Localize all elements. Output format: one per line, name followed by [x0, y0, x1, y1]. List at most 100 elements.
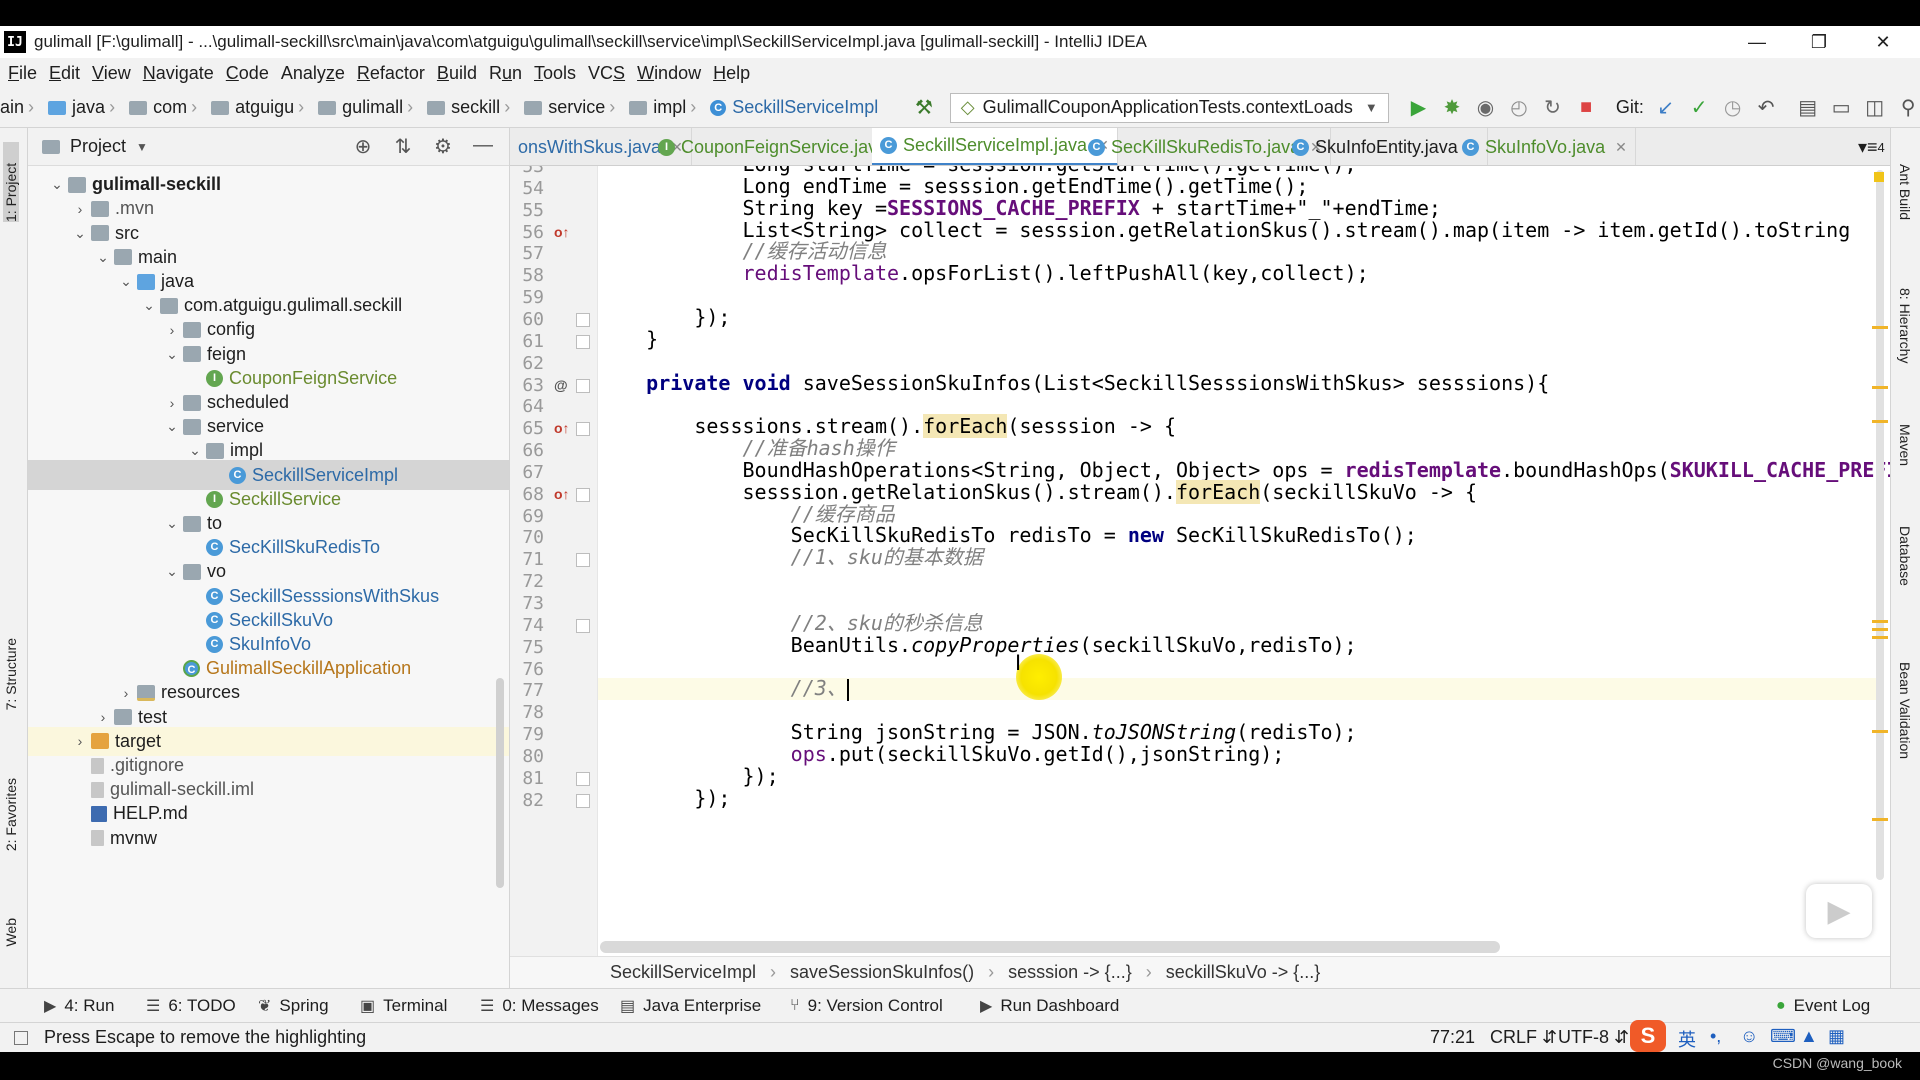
- tool-maven[interactable]: Maven: [1897, 424, 1913, 466]
- line-number[interactable]: 66: [510, 440, 544, 461]
- line-separator[interactable]: CRLF ⇵: [1490, 1027, 1557, 1048]
- line-number[interactable]: 67: [510, 462, 544, 483]
- tool-window-version-control[interactable]: ⑂ 9: Version Control: [790, 996, 943, 1016]
- code-line[interactable]: List<String> collect = sesssion.getRelat…: [598, 219, 1878, 242]
- line-number[interactable]: 80: [510, 746, 544, 767]
- code-line[interactable]: [598, 351, 1878, 373]
- locate-icon[interactable]: ⊕: [343, 134, 383, 159]
- chevron-right-icon[interactable]: ›: [92, 709, 114, 725]
- error-stripe-mark[interactable]: [1872, 420, 1888, 423]
- line-number[interactable]: 55: [510, 200, 544, 221]
- fold-icon[interactable]: [576, 422, 590, 437]
- line-number[interactable]: 75: [510, 637, 544, 658]
- line-number[interactable]: 71: [510, 549, 544, 570]
- line-number[interactable]: 53: [510, 166, 544, 177]
- tool-hierarchy[interactable]: 8: Hierarchy: [1897, 288, 1913, 363]
- line-number[interactable]: 68: [510, 484, 544, 505]
- menu-view[interactable]: View: [92, 58, 131, 88]
- menu-run[interactable]: Run: [489, 58, 522, 88]
- code-line[interactable]: Long endTime = sesssion.getEndTime().get…: [598, 175, 1878, 198]
- menu-code[interactable]: Code: [226, 58, 269, 88]
- menu-build[interactable]: Build: [437, 58, 477, 88]
- nav-crumb-service[interactable]: service ›: [524, 97, 619, 118]
- code-line[interactable]: //缓存商品: [598, 503, 1878, 526]
- close-tab-icon[interactable]: ✕: [1615, 139, 1627, 156]
- code-line[interactable]: }: [598, 328, 1878, 351]
- nav-crumb-gulimall[interactable]: gulimall ›: [318, 97, 417, 118]
- inspection-status-icon[interactable]: [1874, 172, 1884, 182]
- line-number[interactable]: 56: [510, 222, 544, 243]
- restore-icon[interactable]: ❐: [1796, 28, 1842, 56]
- tabs-overflow-button[interactable]: ▾≡ 4: [1850, 128, 1890, 165]
- code-line[interactable]: });: [598, 765, 1878, 788]
- attach-icon[interactable]: ↻: [1541, 95, 1565, 121]
- fold-icon[interactable]: [576, 378, 590, 393]
- vertical-scrollbar[interactable]: [1876, 170, 1884, 880]
- tool-structure[interactable]: 7: Structure: [3, 638, 19, 710]
- nav-crumb-seckill[interactable]: seckill ›: [427, 97, 514, 118]
- error-stripe-mark[interactable]: [1872, 326, 1888, 329]
- line-number[interactable]: 65: [510, 418, 544, 439]
- line-number[interactable]: 76: [510, 659, 544, 680]
- nav-crumb-impl[interactable]: impl ›: [629, 97, 700, 118]
- git-update-icon[interactable]: ↙: [1654, 95, 1678, 121]
- code-line[interactable]: });: [598, 306, 1878, 329]
- chevron-down-icon[interactable]: ⌄: [92, 249, 114, 266]
- caret-position[interactable]: 77:21: [1430, 1027, 1475, 1048]
- ime-language[interactable]: 英: [1678, 1026, 1696, 1052]
- code-editor[interactable]: 53 54 55 56 o↑ 57 58 59 60 61 62 63 @64 65 o↑ 66 67 68 o↑ 6…: [510, 166, 1890, 956]
- coverage-icon[interactable]: ◉: [1474, 95, 1498, 121]
- tool-window-terminal[interactable]: ▣ Terminal: [360, 996, 447, 1016]
- fold-icon[interactable]: [576, 334, 590, 349]
- tool-window-run-dashboard[interactable]: ▶ Run Dashboard: [980, 996, 1119, 1016]
- code-line[interactable]: [598, 700, 1878, 722]
- tree-item[interactable]: mvnw: [28, 823, 509, 853]
- code-line[interactable]: private void saveSessionSkuInfos(List<Se…: [598, 372, 1878, 395]
- ime-punct-icon[interactable]: •,: [1710, 1026, 1721, 1047]
- error-stripe-mark[interactable]: [1872, 620, 1888, 623]
- line-number[interactable]: 61: [510, 331, 544, 352]
- code-line[interactable]: [598, 657, 1878, 679]
- chevron-right-icon[interactable]: ›: [69, 733, 91, 749]
- run-configuration-select[interactable]: ◇ GulimallCouponApplicationTests.context…: [949, 92, 1389, 123]
- menu-edit[interactable]: Edit: [49, 58, 80, 88]
- editor-breadcrumb-item[interactable]: sesssion -> {...}: [1008, 962, 1132, 983]
- sogou-ime-icon[interactable]: S: [1630, 1020, 1666, 1052]
- menu-file[interactable]: File: [8, 58, 37, 88]
- code-line[interactable]: BeanUtils.copyProperties(seckillSkuVo,re…: [598, 634, 1878, 657]
- code-line[interactable]: String key =SESSIONS_CACHE_PREFIX + star…: [598, 197, 1878, 220]
- line-number[interactable]: 74: [510, 615, 544, 636]
- build-hammer-icon[interactable]: ⚒: [912, 95, 936, 121]
- code-line[interactable]: sesssion.getRelationSkus().stream().forE…: [598, 479, 1878, 504]
- ime-skin-icon[interactable]: ▲: [1800, 1026, 1818, 1047]
- line-number[interactable]: 54: [510, 178, 544, 199]
- tool-window-event-log[interactable]: ● Event Log: [1776, 996, 1870, 1016]
- close-icon[interactable]: ✕: [1860, 28, 1906, 56]
- chevron-down-icon[interactable]: ⌄: [184, 442, 206, 459]
- line-number[interactable]: 82: [510, 790, 544, 811]
- line-number[interactable]: 73: [510, 593, 544, 614]
- tool-ant-build[interactable]: Ant Build: [1897, 164, 1913, 220]
- implements-method-icon[interactable]: o↑: [554, 486, 570, 502]
- chevron-down-icon[interactable]: ⌄: [115, 273, 137, 290]
- code-line[interactable]: BoundHashOperations<String, Object, Obje…: [598, 459, 1890, 482]
- chevron-down-icon[interactable]: ⌄: [161, 418, 183, 435]
- collapse-all-icon[interactable]: ⇅: [383, 134, 423, 159]
- line-number[interactable]: 81: [510, 768, 544, 789]
- chevron-down-icon[interactable]: ⌄: [69, 225, 91, 242]
- error-stripe-mark[interactable]: [1872, 730, 1888, 733]
- code-line[interactable]: SecKillSkuRedisTo redisTo = new SecKillS…: [598, 525, 1878, 547]
- line-number[interactable]: 59: [510, 287, 544, 308]
- project-panel-title[interactable]: Project: [70, 136, 126, 157]
- ime-keyboard-icon[interactable]: ⌨: [1770, 1026, 1796, 1047]
- chevron-right-icon[interactable]: ›: [161, 395, 183, 411]
- nav-crumb-ain[interactable]: ain ›: [0, 97, 38, 118]
- error-stripe-mark[interactable]: [1872, 386, 1888, 389]
- menu-navigate[interactable]: Navigate: [143, 58, 214, 88]
- fold-icon[interactable]: [576, 793, 590, 808]
- sdk-icon[interactable]: ◫: [1863, 95, 1887, 121]
- code-line[interactable]: String jsonString = JSON.toJSONString(re…: [598, 721, 1878, 744]
- chevron-down-icon[interactable]: ⌄: [161, 515, 183, 532]
- git-history-icon[interactable]: ◷: [1721, 95, 1745, 121]
- chevron-down-icon[interactable]: ⌄: [138, 297, 160, 314]
